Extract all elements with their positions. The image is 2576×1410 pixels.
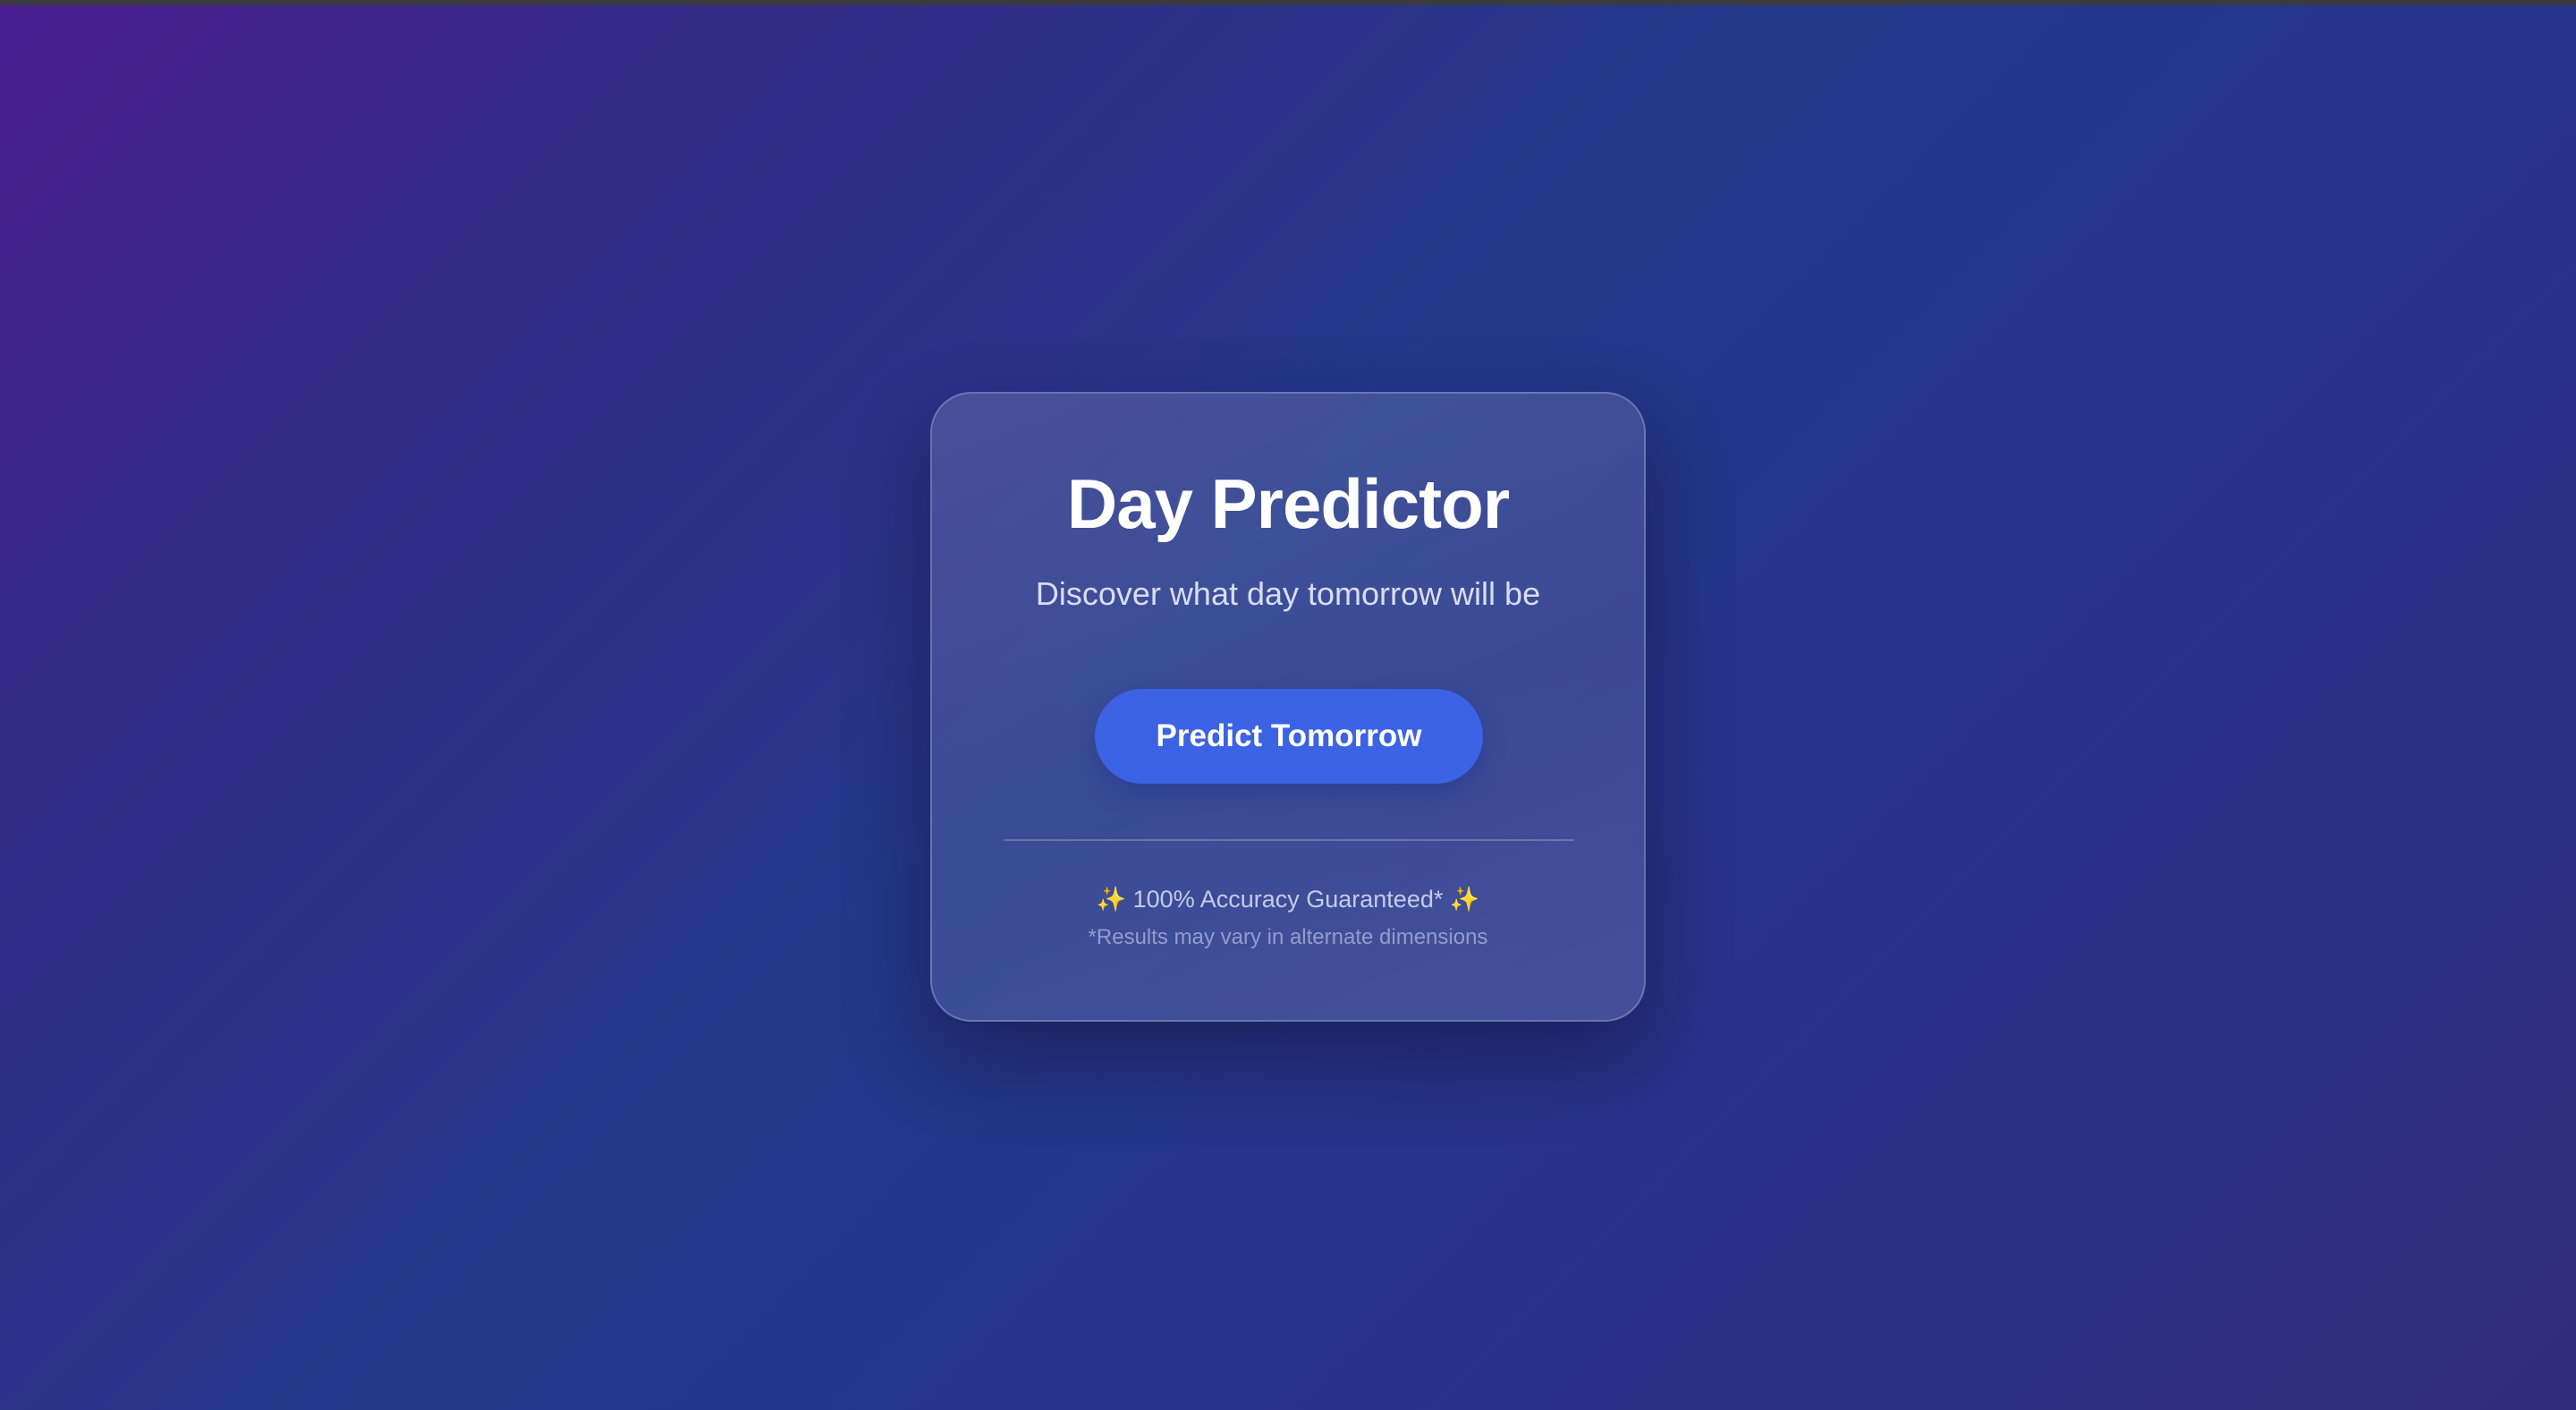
accuracy-text: 100% Accuracy Guaranteed* [1132,886,1444,913]
predict-tomorrow-button[interactable]: Predict Tomorrow [1095,689,1483,784]
window-top-strip [0,0,2576,5]
page-subtitle: Discover what day tomorrow will be [1035,575,1541,612]
accuracy-guarantee: ✨ 100% Accuracy Guaranteed* ✨ [932,886,1644,913]
sparkles-icon: ✨ [1449,886,1480,913]
predictor-card: Day Predictor Discover what day tomorrow… [930,392,1646,1022]
disclaimer-text: *Results may vary in alternate dimension… [1088,925,1488,949]
divider [1004,839,1574,841]
page-title: Day Predictor [1066,464,1510,543]
sparkles-icon: ✨ [1096,886,1127,913]
